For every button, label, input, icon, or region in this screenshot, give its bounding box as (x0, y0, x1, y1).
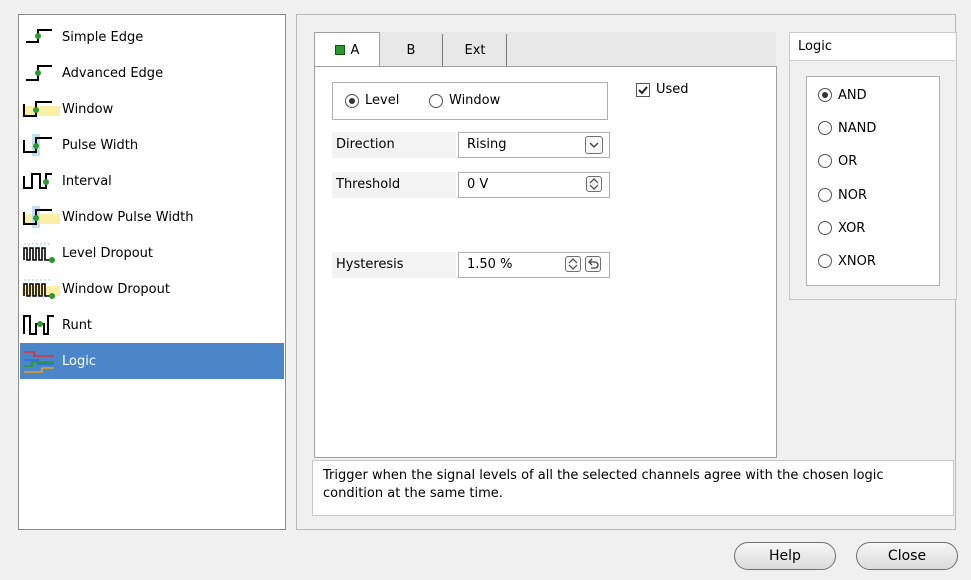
tab-label: A (350, 42, 360, 58)
enabled-indicator-icon (334, 45, 345, 55)
level-dropout-icon (23, 243, 55, 263)
trigger-item-label: Window Pulse Width (62, 209, 194, 225)
trigger-item-label: Logic (62, 353, 96, 369)
direction-value: Rising (467, 137, 507, 152)
logic-option-xor[interactable]: XOR (818, 218, 865, 238)
radio-level[interactable] (345, 93, 359, 108)
used-checkbox[interactable] (636, 82, 650, 97)
threshold-label: Threshold (332, 172, 456, 198)
radio-nor[interactable] (818, 188, 832, 202)
logic-option-and[interactable]: AND (818, 85, 867, 105)
close-button-label: Close (887, 548, 927, 564)
trigger-item-pulse-width[interactable]: Pulse Width (20, 127, 284, 163)
trigger-item-window-dropout[interactable]: Window Dropout (20, 271, 284, 307)
trigger-item-interval[interactable]: Interval (20, 163, 284, 199)
threshold-value: 0 V (467, 177, 489, 192)
tab-ext[interactable]: Ext (444, 34, 507, 66)
logic-option-nand[interactable]: NAND (818, 118, 876, 138)
window-icon (22, 101, 60, 117)
hysteresis-label: Hysteresis (332, 252, 456, 278)
trigger-item-label: Advanced Edge (62, 65, 164, 81)
mode-option-label: Window (449, 93, 501, 108)
close-button[interactable]: Close (856, 542, 958, 570)
radio-xor[interactable] (818, 221, 832, 235)
tab-label: B (406, 42, 416, 58)
simple-edge-icon (26, 29, 52, 43)
window-dropout-icon (22, 279, 60, 299)
tab-a[interactable]: A (314, 32, 380, 67)
mode-option-window[interactable]: Window (429, 93, 500, 108)
trigger-item-label: Window (62, 101, 114, 117)
used-label: Used (656, 82, 689, 97)
logic-option-label: NAND (838, 120, 877, 136)
logic-option-label: XNOR (838, 253, 876, 269)
trigger-item-window-pulse-width[interactable]: Window Pulse Width (20, 199, 284, 235)
mode-option-level[interactable]: Level (345, 93, 399, 108)
mode-option-label: Level (365, 93, 400, 108)
hysteresis-spinner-icon[interactable] (565, 256, 581, 272)
trigger-item-label: Runt (62, 317, 93, 333)
logic-option-label: NOR (838, 187, 867, 203)
logic-option-nor[interactable]: NOR (818, 185, 867, 205)
trigger-dialog: Simple Edge Advanced Edge Window Pulse W… (0, 0, 971, 580)
tab-b[interactable]: B (380, 34, 443, 66)
radio-xnor[interactable] (818, 254, 832, 268)
used-toggle[interactable]: Used (636, 82, 689, 97)
trigger-description: Trigger when the signal levels of all th… (312, 460, 954, 516)
runt-icon (23, 315, 54, 335)
trigger-item-level-dropout[interactable]: Level Dropout (20, 235, 284, 271)
hysteresis-value: 1.50 % (467, 257, 513, 272)
trigger-item-simple-edge[interactable]: Simple Edge (20, 19, 284, 55)
radio-or[interactable] (818, 154, 832, 168)
pulse-width-icon (23, 134, 52, 156)
trigger-type-list[interactable]: Simple Edge Advanced Edge Window Pulse W… (18, 14, 286, 530)
radio-window[interactable] (429, 93, 443, 108)
trigger-item-label: Level Dropout (62, 245, 154, 261)
logic-icon (24, 351, 54, 373)
direction-label: Direction (332, 132, 456, 158)
advanced-edge-icon (26, 65, 52, 81)
help-button[interactable]: Help (734, 542, 836, 570)
logic-title: Logic (790, 33, 955, 61)
trigger-item-label: Pulse Width (62, 137, 139, 153)
help-button-label: Help (769, 548, 801, 564)
interval-icon (23, 173, 52, 189)
tab-label: Ext (464, 42, 486, 58)
logic-option-label: XOR (838, 220, 866, 236)
logic-option-label: AND (838, 87, 867, 103)
logic-option-or[interactable]: OR (818, 151, 857, 171)
trigger-item-label: Interval (62, 173, 112, 189)
radio-and[interactable] (818, 88, 832, 102)
trigger-item-runt[interactable]: Runt (20, 307, 284, 343)
chevron-down-icon[interactable] (585, 136, 603, 154)
window-pulse-width-icon (22, 206, 60, 228)
trigger-item-label: Simple Edge (62, 29, 144, 45)
trigger-item-advanced-edge[interactable]: Advanced Edge (20, 55, 284, 91)
trigger-item-label: Window Dropout (62, 281, 170, 297)
threshold-spinner-icon[interactable] (586, 176, 602, 192)
trigger-item-window[interactable]: Window (20, 91, 284, 127)
checkmark-icon (638, 85, 648, 94)
reset-icon[interactable] (585, 256, 601, 272)
logic-option-label: OR (838, 153, 858, 169)
mode-selector: Level Window (332, 82, 608, 120)
radio-nand[interactable] (818, 121, 832, 135)
trigger-item-logic[interactable]: Logic (20, 343, 284, 379)
logic-option-xnor[interactable]: XNOR (818, 251, 876, 271)
